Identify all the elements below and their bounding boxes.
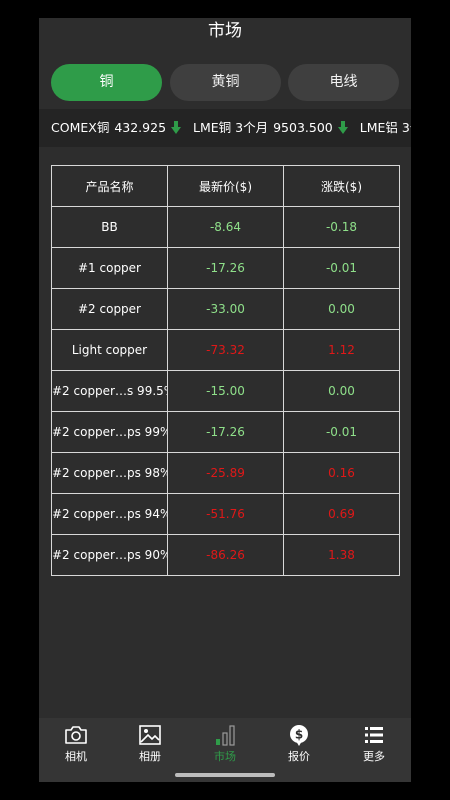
ticker-name: LME铜 3个月 (193, 120, 269, 135)
segment-wire[interactable]: 电线 (288, 64, 399, 101)
product-name-cell: BB (51, 206, 168, 248)
table-row[interactable]: #1 copper -17.26 -0.01 (51, 247, 400, 289)
table-row[interactable]: BB -8.64 -0.18 (51, 206, 400, 248)
tab-label: 报价 (288, 750, 310, 763)
price-ticker: COMEX铜 432.925 LME铜 3个月 9503.500 LME铝 3个 (39, 109, 411, 147)
change-cell: 0.00 (283, 370, 400, 412)
ticker-name: LME铝 3个 (359, 120, 411, 135)
change-cell: 1.38 (283, 534, 400, 576)
tab-camera[interactable]: 相机 (39, 724, 113, 768)
ticker-value: 9503.500 (273, 120, 333, 135)
tab-label: 相机 (65, 750, 87, 763)
price-cell: -51.76 (167, 493, 284, 535)
bar-chart-icon (216, 725, 235, 746)
price-cell: -33.00 (167, 288, 284, 330)
table-row[interactable]: #2 copper…ps 98%+-25.890.16 (51, 452, 400, 494)
image-icon (139, 725, 161, 745)
price-table: 产品名称 最新价($) 涨跌($) BB -8.64 -0.18 #1 copper -… (51, 165, 400, 576)
change-cell: 0.00 (283, 288, 400, 330)
change-cell: 0.69 (283, 493, 400, 535)
price-cell: -8.64 (167, 206, 284, 248)
product-name-cell: #2 copper (51, 288, 168, 330)
price-cell: -17.26 (167, 247, 284, 289)
table-header-row: 产品名称 最新价($) 涨跌($) (51, 165, 400, 207)
change-cell: -0.01 (283, 247, 400, 289)
app-screen: 市场 铜 黄铜 电线 COMEX铜 432.925 LME铜 3个月 9503.50… (39, 18, 411, 782)
table-row[interactable]: Light copper -73.32 1.12 (51, 329, 400, 371)
table-row[interactable]: #2 copper…ps 99%+-17.26-0.01 (51, 411, 400, 453)
ticker-item-lme-copper: LME铜 3个月 9503.500 (193, 109, 348, 147)
product-name-cell: #2 copper…ps 98%+ (51, 452, 168, 494)
ticker-name: COMEX铜 (51, 120, 110, 135)
ticker-item-comex: COMEX铜 432.925 (51, 109, 182, 147)
price-cell: -86.26 (167, 534, 284, 576)
page-title: 市场 (208, 21, 242, 41)
home-indicator (175, 773, 275, 777)
change-cell: 0.16 (283, 452, 400, 494)
product-name-cell: Light copper (51, 329, 168, 371)
dollar-icon: $ (290, 725, 308, 746)
table-row[interactable]: #2 copper…s 99.5%+-15.000.00 (51, 370, 400, 412)
change-cell: -0.01 (283, 411, 400, 453)
table-row[interactable]: #2 copper…ps 94%+-51.760.69 (51, 493, 400, 535)
price-cell: -73.32 (167, 329, 284, 371)
product-name-cell: #1 copper (51, 247, 168, 289)
tab-label: 更多 (363, 750, 385, 763)
product-name-cell: #2 copper…ps 94%+ (51, 493, 168, 535)
price-cell: -15.00 (167, 370, 284, 412)
ticker-item-lme-aluminum: LME铝 3个 (360, 109, 411, 147)
product-name-cell: #2 copper…ps 99%+ (51, 411, 168, 453)
ticker-value: 432.925 (114, 120, 167, 135)
column-header-price: 最新价($) (167, 165, 284, 207)
table-row[interactable]: #2 copper…ps 90%+-86.261.38 (51, 534, 400, 576)
change-cell: -0.18 (283, 206, 400, 248)
tab-label: 市场 (214, 750, 236, 763)
column-header-change: 涨跌($) (283, 165, 400, 207)
table-row[interactable]: #2 copper -33.00 0.00 (51, 288, 400, 330)
segment-control: 铜 黄铜 电线 (39, 64, 411, 104)
tab-more[interactable]: 更多 (337, 724, 411, 768)
arrow-down-icon (337, 121, 348, 134)
svg-text:$: $ (295, 728, 303, 742)
list-icon (365, 727, 383, 743)
camera-icon (65, 726, 87, 744)
price-cell: -25.89 (167, 452, 284, 494)
tab-album[interactable]: 相册 (113, 724, 187, 768)
product-name-cell: #2 copper…s 99.5%+ (51, 370, 168, 412)
product-name-cell: #2 copper…ps 90%+ (51, 534, 168, 576)
column-header-product: 产品名称 (51, 165, 168, 207)
arrow-down-icon (171, 121, 182, 134)
price-cell: -17.26 (167, 411, 284, 453)
change-cell: 1.12 (283, 329, 400, 371)
tab-market[interactable]: 市场 (188, 724, 262, 768)
tab-label: 相册 (139, 750, 161, 763)
segment-copper[interactable]: 铜 (51, 64, 162, 101)
segment-brass[interactable]: 黄铜 (170, 64, 281, 101)
tab-quote[interactable]: $ 报价 (262, 724, 336, 768)
